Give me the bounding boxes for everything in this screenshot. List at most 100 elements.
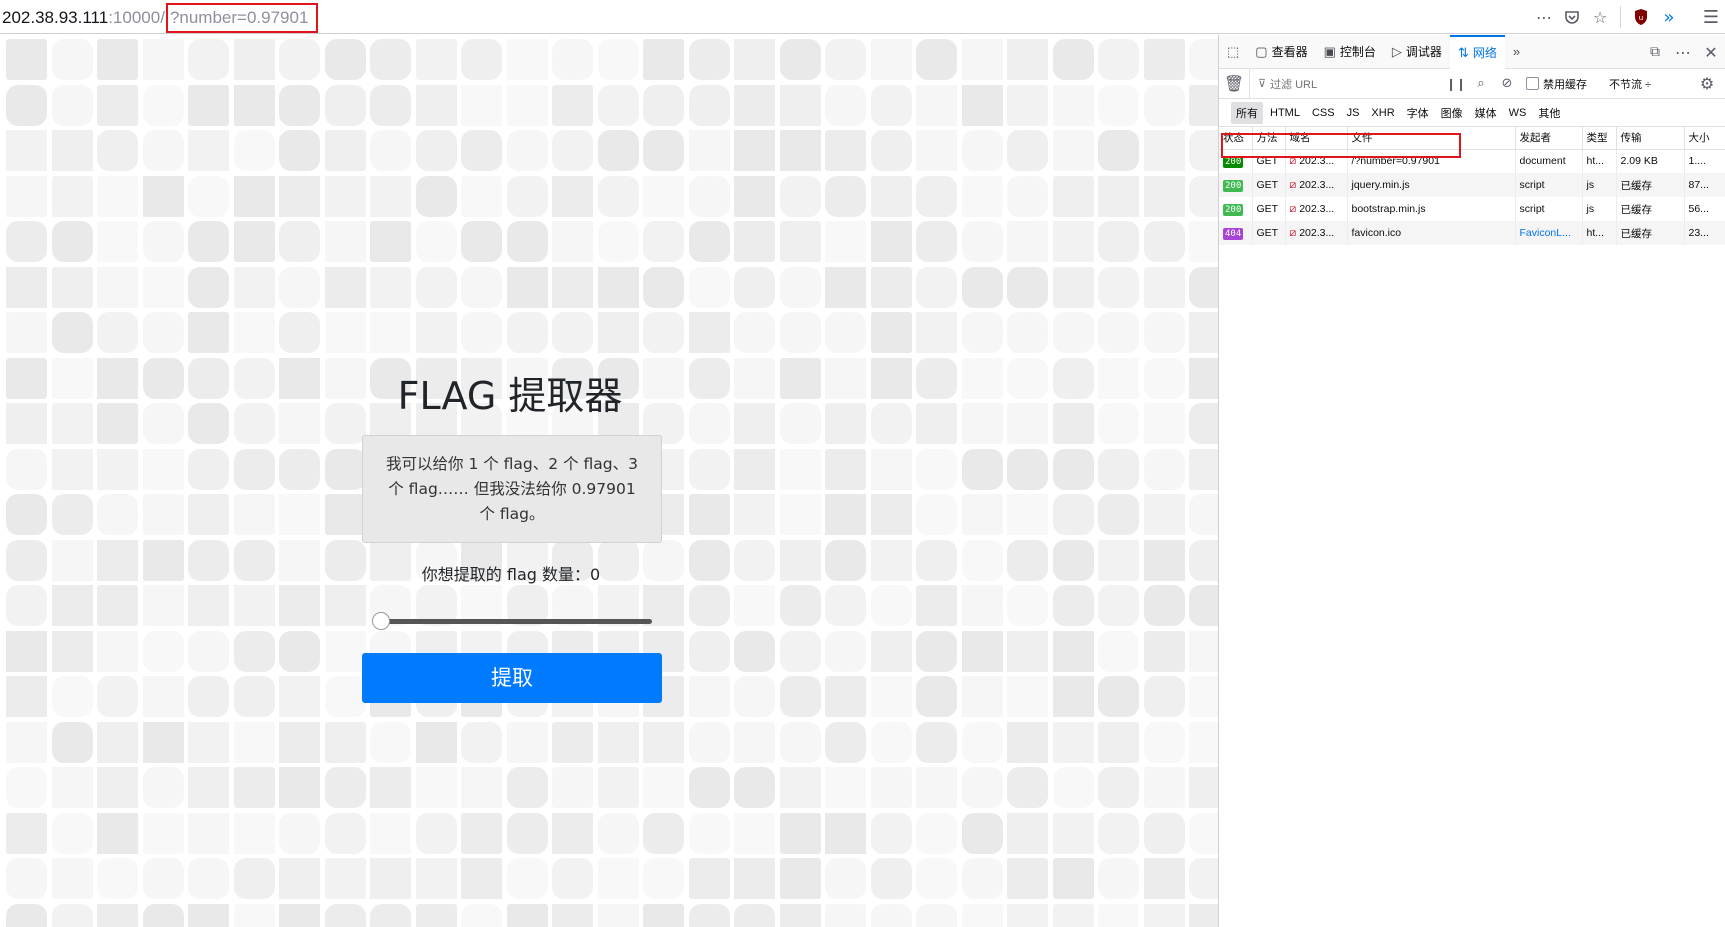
type-filter-media[interactable]: 媒体 (1470, 102, 1502, 124)
table-row[interactable]: 200 GET ⧄ 202.3... jquery.min.js script js 已缓存 8… (1219, 173, 1725, 197)
type-filter-fonts[interactable]: 字体 (1402, 102, 1434, 124)
type-filter-all[interactable]: 所有 (1231, 101, 1263, 124)
background-tile (324, 266, 366, 308)
background-tile (870, 676, 912, 717)
background-tile (916, 585, 957, 626)
pocket-icon[interactable] (1558, 3, 1586, 31)
background-tile (6, 266, 47, 308)
background-tile (961, 403, 1003, 444)
address-bar[interactable]: 202.38.93.111:10000/?number=0.97901 ⋯ ☆ … (0, 0, 1725, 34)
background-tile (1143, 721, 1185, 763)
background-tile (6, 903, 47, 927)
close-icon[interactable]: ✕ (1697, 38, 1725, 66)
background-tile (6, 357, 47, 399)
method-cell: GET (1252, 173, 1286, 197)
type-filter-js[interactable]: JS (1342, 104, 1365, 122)
trash-icon[interactable]: 🗑 (1219, 70, 1249, 98)
filter-url-input[interactable]: ⊽ 过滤 URL (1249, 68, 1444, 99)
background-tile (415, 130, 457, 171)
type-filter-other[interactable]: 其他 (1533, 102, 1565, 124)
background-tile (97, 630, 138, 672)
search-icon[interactable]: ⌕ (1468, 70, 1494, 98)
tab-inspector[interactable]: ▢ 查看器 (1247, 35, 1315, 69)
background-tile (1189, 448, 1218, 490)
column-header-transferred[interactable]: 传输 (1616, 127, 1685, 150)
slider-thumb[interactable] (372, 612, 390, 630)
background-tile (597, 266, 639, 308)
background-tile (734, 630, 775, 672)
tab-network[interactable]: ⇅ 网络 (1449, 34, 1505, 69)
more-options-icon[interactable]: ⋯ (1669, 38, 1697, 66)
background-tile (324, 84, 366, 126)
background-tile (461, 858, 502, 899)
dock-icon[interactable]: ⧉ (1641, 38, 1669, 66)
more-icon[interactable]: ⋯ (1530, 3, 1558, 31)
background-tile (1007, 767, 1048, 808)
background-tile (597, 721, 639, 763)
background-tile (233, 767, 275, 808)
disable-cache-checkbox[interactable]: 禁用缓存 (1526, 76, 1587, 92)
background-tile (1143, 84, 1185, 126)
table-row[interactable]: 404 GET ⧄ 202.3... favicon.ico FaviconL... ht.… (1219, 221, 1725, 245)
file-cell: jquery.min.js (1347, 173, 1516, 197)
settings-gear-icon[interactable]: ⚙ (1693, 70, 1721, 98)
background-tile (1189, 767, 1218, 808)
slider-track[interactable] (380, 619, 652, 624)
element-picker-button[interactable]: ⬚ (1219, 35, 1247, 69)
bookmark-star-icon[interactable]: ☆ (1586, 3, 1614, 31)
background-tile (51, 39, 93, 80)
tab-debugger[interactable]: ▷ 调试器 (1384, 35, 1450, 69)
background-tile (734, 858, 775, 899)
type-filter-css[interactable]: CSS (1307, 104, 1340, 122)
type-filter-images[interactable]: 图像 (1436, 102, 1468, 124)
background-tile (324, 812, 366, 854)
background-tile (779, 312, 821, 353)
devtools-tabbar: ⬚ ▢ 查看器 ▣ 控制台 ▷ 调试器 ⇅ 网络 » ⧉ ⋯ ✕ (1219, 34, 1725, 69)
background-tile (1007, 312, 1048, 353)
initiator-cell: document (1515, 149, 1583, 173)
background-tile (688, 266, 730, 308)
background-tile (734, 221, 775, 262)
background-tile (233, 903, 275, 927)
throttle-select[interactable]: 不节流 ÷ (1609, 76, 1651, 92)
background-tile (324, 721, 366, 763)
type-filter-html[interactable]: HTML (1265, 104, 1305, 122)
background-tile (1143, 403, 1185, 444)
background-tile (370, 312, 411, 353)
background-tile (1052, 84, 1094, 126)
pause-icon[interactable]: ❙❙ (1444, 70, 1468, 98)
background-tile (643, 312, 684, 353)
background-tile (97, 903, 138, 927)
background-tile (916, 357, 957, 399)
background-tile (188, 403, 229, 444)
column-header-initiator[interactable]: 发起者 (1515, 127, 1583, 150)
type-filter-xhr[interactable]: XHR (1366, 104, 1399, 122)
tab-console[interactable]: ▣ 控制台 (1316, 35, 1384, 69)
menu-icon[interactable]: ☰ (1697, 3, 1725, 31)
background-tile (643, 812, 684, 854)
ublock-icon[interactable]: u (1627, 3, 1655, 31)
block-icon[interactable]: ⊘ (1494, 70, 1520, 98)
background-tile (961, 312, 1003, 353)
type-filter-ws[interactable]: WS (1504, 104, 1532, 122)
checkbox-box[interactable] (1526, 77, 1539, 90)
url-field[interactable]: 202.38.93.111:10000/?number=0.97901 (2, 3, 319, 33)
quantity-slider[interactable] (372, 610, 654, 634)
extract-button[interactable]: 提取 (362, 653, 662, 703)
background-tile (279, 721, 320, 763)
column-header-type[interactable]: 类型 (1582, 127, 1617, 150)
background-tile (597, 130, 639, 171)
domain-text: 202.3... (1299, 178, 1335, 191)
background-tile (97, 175, 138, 217)
size-cell: 87... (1684, 173, 1725, 197)
background-tile (1007, 357, 1048, 399)
more-tabs-button[interactable]: » (1505, 35, 1528, 69)
background-tile (916, 858, 957, 899)
table-row[interactable]: 200 GET ⧄ 202.3... bootstrap.min.js script js 已… (1219, 197, 1725, 221)
column-header-size[interactable]: 大小 (1684, 127, 1725, 150)
background-tile (188, 130, 229, 171)
background-tile (1098, 585, 1139, 626)
extensions-overflow-icon[interactable]: » (1655, 3, 1683, 31)
background-tile (1052, 676, 1094, 717)
background-tile (461, 84, 502, 126)
